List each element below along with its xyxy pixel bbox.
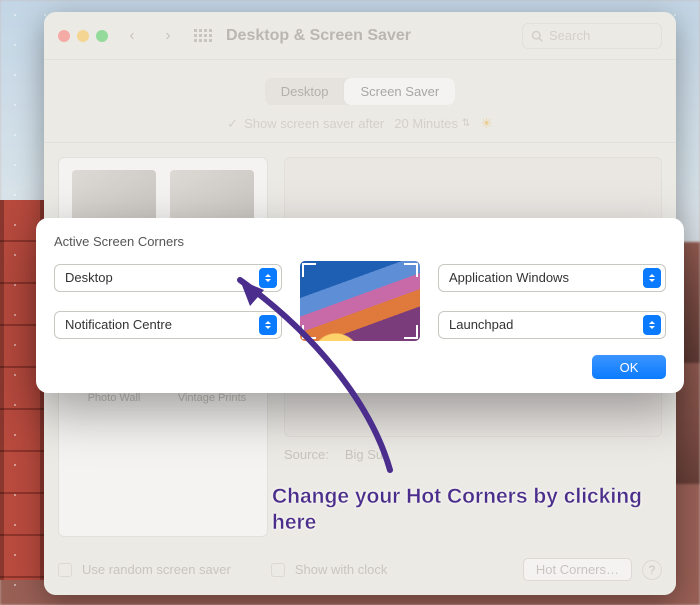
show-all-icon[interactable] [192,25,214,47]
clock-checkbox[interactable] [271,563,285,577]
corner-top-left-value: Desktop [65,270,113,285]
stepper-caret-icon: ⇅ [462,118,470,129]
source-label: Source: [284,447,329,462]
warning-icon: ☀︎ [480,115,493,132]
search-placeholder: Search [549,28,590,43]
random-checkbox[interactable] [58,563,72,577]
traffic-lights[interactable] [58,30,108,42]
back-button[interactable]: ‹ [120,24,144,48]
zoom-icon[interactable] [96,30,108,42]
corner-top-right-dropdown[interactable]: Application Windows [438,264,666,292]
chevron-up-down-icon [259,315,277,335]
corner-marker-icon [404,263,418,277]
source-value[interactable]: Big Sur [345,447,388,462]
corner-marker-icon [302,325,316,339]
corner-marker-icon [404,325,418,339]
show-after-checkbox[interactable]: Show screen saver after [227,116,384,132]
chevron-up-down-icon [259,268,277,288]
tab-desktop[interactable]: Desktop [265,78,345,105]
minimize-icon[interactable] [77,30,89,42]
forward-button[interactable]: › [156,24,180,48]
corner-top-right-value: Application Windows [449,270,569,285]
corner-bottom-right-value: Launchpad [449,317,513,332]
corner-bottom-left-value: Notification Centre [65,317,172,332]
hot-corners-button[interactable]: Hot Corners… [523,558,632,581]
corner-marker-icon [302,263,316,277]
annotation-text: Change your Hot Corners by clicking here [272,484,652,537]
search-icon [531,30,543,42]
ok-button[interactable]: OK [592,355,666,379]
corner-bottom-left-dropdown[interactable]: Notification Centre [54,311,282,339]
sheet-heading: Active Screen Corners [54,234,666,249]
corner-bottom-right-dropdown[interactable]: Launchpad [438,311,666,339]
random-label: Use random screen saver [82,562,231,577]
chevron-up-down-icon [643,315,661,335]
after-duration-stepper[interactable]: 20 Minutes ⇅ [394,116,470,131]
tab-screen-saver[interactable]: Screen Saver [344,78,455,105]
hot-corners-sheet: Active Screen Corners Desktop Applicatio… [36,218,684,393]
chevron-up-down-icon [643,268,661,288]
search-field[interactable]: Search [522,23,662,49]
window-title: Desktop & Screen Saver [226,27,411,45]
window-toolbar: ‹ › Desktop & Screen Saver Search [44,12,676,60]
bottom-row: Use random screen saver Show with clock … [58,558,662,581]
help-button[interactable]: ? [642,560,662,580]
corner-top-left-dropdown[interactable]: Desktop [54,264,282,292]
clock-label: Show with clock [295,562,387,577]
corners-thumbnail [300,261,420,341]
after-duration-value: 20 Minutes [394,116,458,131]
close-icon[interactable] [58,30,70,42]
start-after-row: Show screen saver after 20 Minutes ⇅ ☀︎ [44,115,676,143]
tab-group: Desktop Screen Saver [265,78,455,105]
